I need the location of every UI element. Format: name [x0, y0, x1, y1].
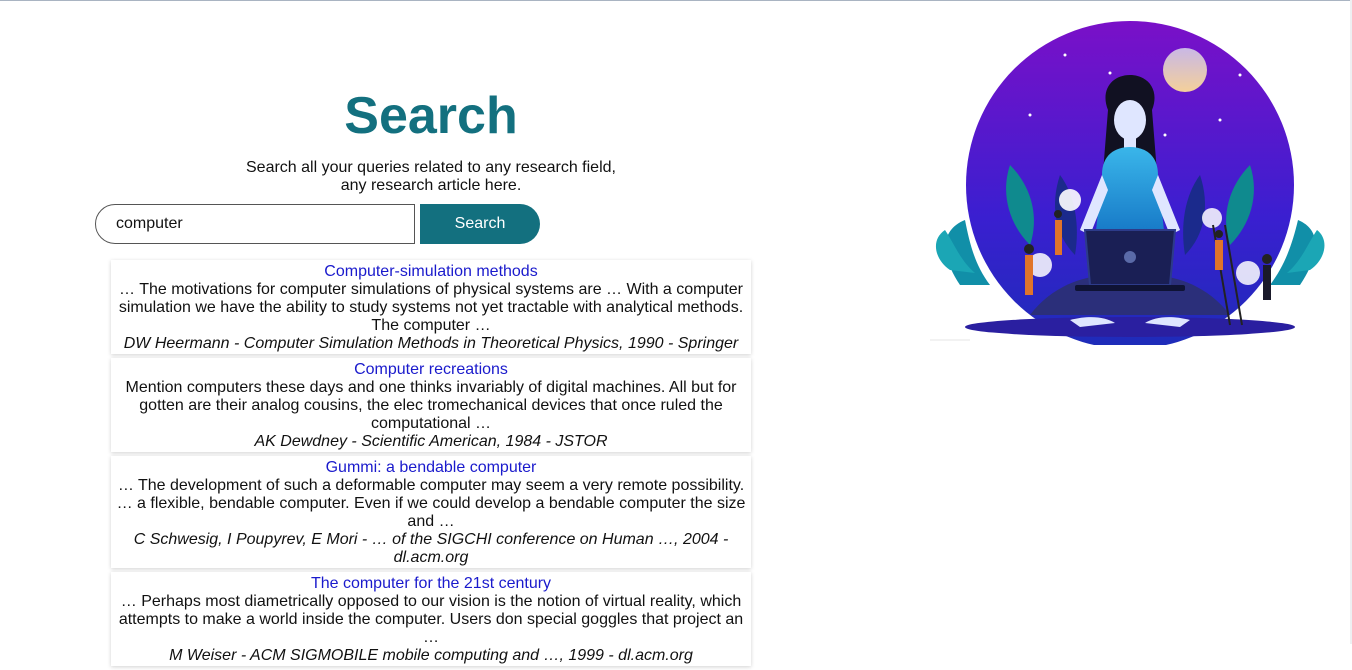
result-snippet: … Perhaps most diametrically opposed to … [118, 593, 744, 646]
page-title: Search [344, 87, 518, 145]
result-title-link[interactable]: The computer for the 21st century [115, 575, 747, 593]
moon-icon [1163, 48, 1207, 92]
woman-meditating-with-laptop-illustration [930, 21, 1325, 345]
result-source: M Weiser - ACM SIGMOBILE mobile computin… [169, 647, 693, 664]
subtitle-line-2: any research article here. [340, 177, 522, 194]
result-title-link[interactable]: Gummi: a bendable computer [115, 459, 747, 477]
result-card: The computer for the 21st century … Perh… [111, 572, 751, 666]
top-border [0, 0, 1352, 1]
subtitle-line-1: Search all your queries related to any r… [246, 159, 616, 176]
results-list: Computer-simulation methods … The motiva… [111, 260, 751, 670]
result-snippet: Mention computers these days and one thi… [125, 379, 737, 432]
result-card: Computer-simulation methods … The motiva… [111, 260, 751, 354]
result-snippet: … The development of such a deformable c… [116, 477, 746, 530]
result-source: AK Dewdney - Scientific American, 1984 -… [254, 433, 608, 450]
page-subtitle: Search all your queries related to any r… [0, 159, 862, 195]
result-snippet: … The motivations for computer simulatio… [118, 281, 744, 334]
result-title-link[interactable]: Computer recreations [115, 361, 747, 379]
result-card: Computer recreations Mention computers t… [111, 358, 751, 452]
result-title-link[interactable]: Computer-simulation methods [115, 263, 747, 281]
search-input[interactable] [95, 204, 415, 244]
result-card: Gummi: a bendable computer … The develop… [111, 456, 751, 568]
result-source: DW Heermann - Computer Simulation Method… [123, 335, 739, 352]
result-source: C Schwesig, I Poupyrev, E Mori - … of th… [133, 531, 729, 566]
search-button[interactable]: Search [420, 204, 540, 244]
